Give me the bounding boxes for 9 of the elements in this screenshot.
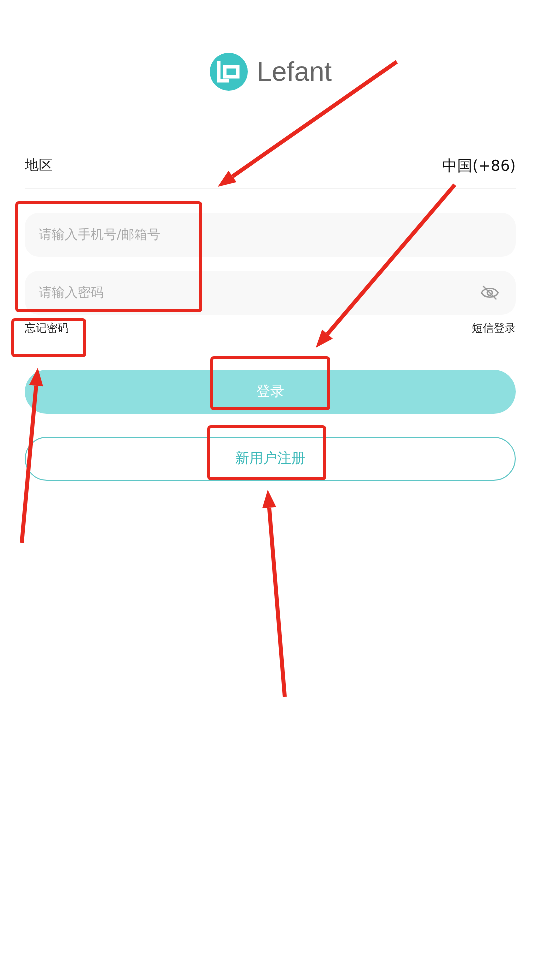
forgot-password-link[interactable]: 忘记密码 — [25, 321, 69, 336]
region-label: 地区 — [25, 157, 53, 175]
sms-login-link[interactable]: 短信登录 — [472, 321, 516, 336]
region-value[interactable]: 中国(+86) — [442, 156, 516, 176]
password-field[interactable]: 请输入密码 — [25, 271, 516, 315]
account-field[interactable]: 请输入手机号/邮箱号 — [25, 213, 516, 257]
eye-off-icon[interactable] — [480, 283, 500, 303]
logo-icon — [208, 52, 249, 92]
logo-text: Lefant — [256, 56, 332, 88]
